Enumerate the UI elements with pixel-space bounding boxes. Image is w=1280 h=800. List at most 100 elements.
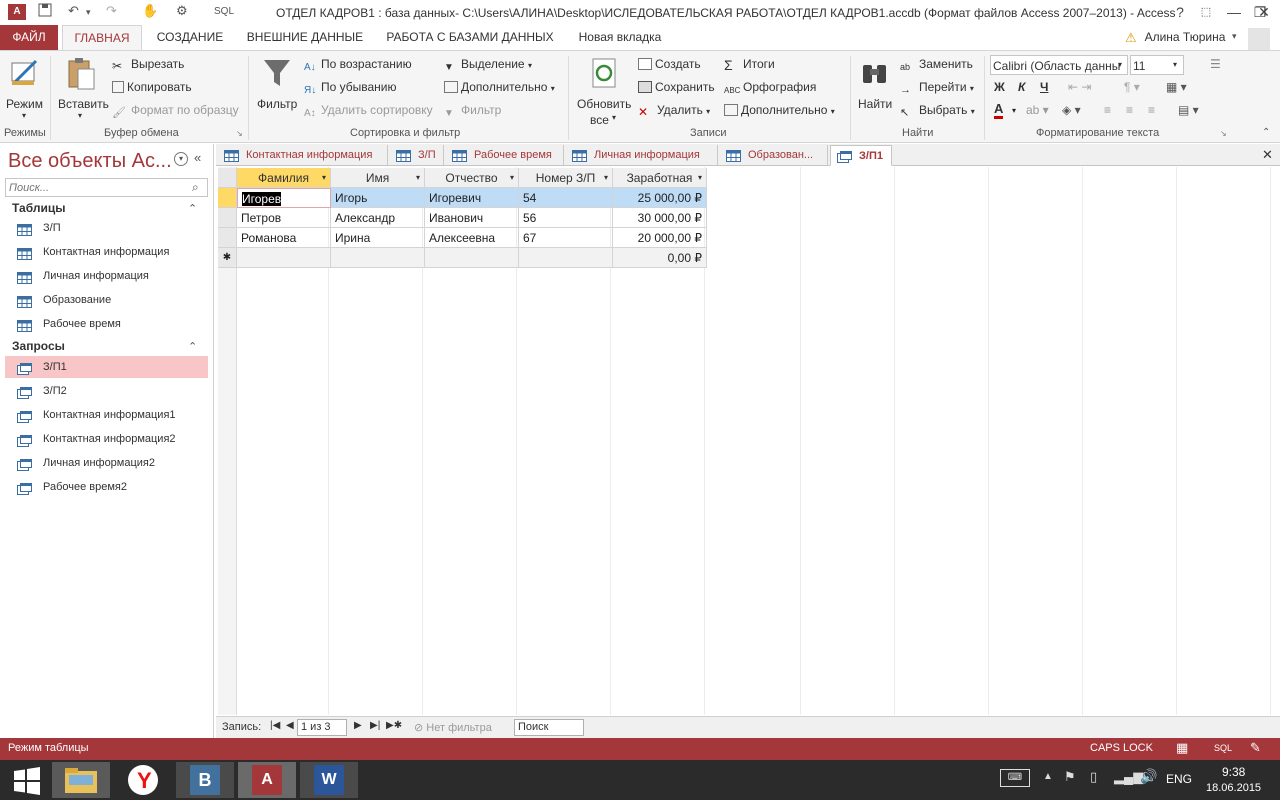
touch-keyboard-icon[interactable]: ⌨: [1000, 769, 1030, 787]
row-selector[interactable]: [218, 188, 237, 208]
table-cell-active[interactable]: Игорев: [237, 188, 331, 208]
vk-taskbar-button[interactable]: B: [176, 762, 234, 798]
tab-external-data[interactable]: ВНЕШНИЕ ДАННЫЕ: [240, 25, 370, 50]
new-record-button[interactable]: Создать: [638, 57, 701, 71]
queries-section-header[interactable]: Запросы: [12, 339, 65, 353]
nav-query-item[interactable]: Рабочее время2: [5, 476, 208, 498]
sort-descending-button[interactable]: Я↓ По убыванию: [304, 80, 397, 97]
select-all-corner[interactable]: [218, 168, 237, 188]
nav-menu-chevron-icon[interactable]: ▾: [174, 152, 188, 166]
undo-icon[interactable]: ↶: [68, 3, 79, 19]
column-dropdown-icon[interactable]: ▾: [416, 168, 420, 187]
textformat-launcher-icon[interactable]: ↘: [1220, 129, 1227, 138]
nav-query-item-selected[interactable]: З/П1: [5, 356, 208, 378]
row-selector[interactable]: [218, 228, 237, 248]
column-header[interactable]: Фамилия ▾: [237, 168, 331, 188]
prev-record-button[interactable]: ◀: [286, 720, 294, 731]
bold-button[interactable]: Ж: [994, 80, 1005, 94]
nav-query-item[interactable]: Контактная информация2: [5, 428, 208, 450]
language-indicator[interactable]: ENG: [1166, 772, 1192, 786]
tables-section-header[interactable]: Таблицы: [12, 201, 65, 215]
underline-button[interactable]: Ч: [1040, 80, 1048, 94]
font-name-select[interactable]: Calibri (Область данны ▾: [990, 55, 1128, 75]
close-button[interactable]: ✕: [1250, 0, 1278, 24]
redo-icon[interactable]: ↷: [106, 3, 117, 19]
font-color-icon[interactable]: A: [994, 102, 1004, 119]
doc-tab-education[interactable]: Образован...: [720, 145, 828, 166]
nav-table-item[interactable]: З/П: [5, 217, 208, 239]
nav-search-input[interactable]: [5, 178, 208, 197]
filter-status[interactable]: ⊘ Нет фильтра: [414, 721, 492, 734]
sort-ascending-button[interactable]: A↓ По возрастанию: [304, 57, 412, 74]
highlight-icon[interactable]: ab ▾: [1026, 103, 1049, 117]
doc-tab-work-time[interactable]: Рабочее время: [446, 145, 564, 166]
gridlines-icon[interactable]: ▦ ▾: [1166, 80, 1187, 94]
user-name[interactable]: Алина Тюрина: [1140, 25, 1230, 50]
help-button[interactable]: ?: [1166, 0, 1194, 24]
table-cell[interactable]: 67: [519, 228, 613, 248]
paragraph-icon[interactable]: ¶ ▾: [1124, 80, 1140, 94]
sql-view-button[interactable]: SQL: [1214, 743, 1232, 753]
table-cell[interactable]: 56: [519, 208, 613, 228]
find-button[interactable]: Найти: [856, 55, 896, 123]
table-cell[interactable]: Игоревич: [425, 188, 519, 208]
align-left-icon[interactable]: ≡: [1104, 103, 1111, 117]
new-row-marker[interactable]: ✱: [218, 248, 237, 268]
column-dropdown-icon[interactable]: ▾: [604, 168, 608, 187]
last-record-button[interactable]: ▶|: [370, 720, 380, 731]
new-row-cell[interactable]: [519, 248, 613, 268]
remove-sort-button[interactable]: A↕ Удалить сортировку: [304, 103, 433, 120]
column-header[interactable]: Номер З/П ▾: [519, 168, 613, 188]
format-painter-button[interactable]: 🖌 Формат по образцу: [112, 103, 239, 119]
refresh-all-button[interactable]: Обновить все ▾: [574, 55, 634, 127]
column-header[interactable]: Отчество ▾: [425, 168, 519, 188]
new-row-cell[interactable]: [331, 248, 425, 268]
column-dropdown-icon[interactable]: ▾: [510, 168, 514, 187]
next-record-button[interactable]: ▶: [354, 720, 362, 731]
tab-file[interactable]: ФАЙЛ: [0, 25, 58, 50]
cut-button[interactable]: ✂ Вырезать: [112, 57, 184, 73]
doc-tab-salary[interactable]: З/П: [390, 145, 444, 166]
customize-icon[interactable]: ⚙: [176, 3, 188, 19]
datasheet-view-button[interactable]: ▦: [1176, 740, 1188, 756]
delete-record-button[interactable]: ✕ Удалить ▾: [638, 103, 710, 119]
design-view-button[interactable]: ✎: [1250, 740, 1261, 756]
action-center-icon[interactable]: ⚑: [1064, 769, 1076, 785]
table-cell[interactable]: Ирина: [331, 228, 425, 248]
align-center-icon[interactable]: ≡: [1126, 103, 1133, 117]
access-taskbar-button[interactable]: A: [238, 762, 296, 798]
nav-query-item[interactable]: З/П2: [5, 380, 208, 402]
network-icon[interactable]: ▂▄▆: [1114, 769, 1143, 785]
font-color-dropdown-icon[interactable]: ▾: [1012, 106, 1016, 115]
touch-mode-icon[interactable]: ✋: [142, 3, 158, 19]
table-cell[interactable]: Александр: [331, 208, 425, 228]
copy-button[interactable]: Копировать: [112, 80, 192, 94]
undo-dropdown-icon[interactable]: ▾: [86, 7, 91, 18]
doc-tab-contact-info[interactable]: Контактная информация: [218, 145, 388, 166]
clock-time[interactable]: 9:38: [1222, 765, 1245, 779]
battery-icon[interactable]: ▯: [1090, 769, 1097, 785]
new-row-cell[interactable]: 0,00 ₽: [613, 248, 707, 268]
table-cell[interactable]: 20 000,00 ₽: [613, 228, 707, 248]
table-cell[interactable]: Петров: [237, 208, 331, 228]
doc-tab-personal-info[interactable]: Личная информация: [566, 145, 718, 166]
word-taskbar-button[interactable]: W: [300, 762, 358, 798]
table-cell[interactable]: 54: [519, 188, 613, 208]
more-records-button[interactable]: Дополнительно ▾: [724, 103, 835, 117]
goto-button[interactable]: → Перейти ▾: [900, 80, 974, 96]
align-right-icon[interactable]: ≡: [1148, 103, 1155, 117]
nav-query-item[interactable]: Личная информация2: [5, 452, 208, 474]
toggle-filter-button[interactable]: ▼ Фильтр: [444, 103, 501, 120]
clock-date[interactable]: 18.06.2015: [1206, 782, 1261, 794]
table-cell[interactable]: Игорь: [331, 188, 425, 208]
volume-icon[interactable]: 🔊: [1140, 768, 1157, 785]
row-selector[interactable]: [218, 208, 237, 228]
save-record-button[interactable]: Сохранить: [638, 80, 715, 94]
alt-row-color-icon[interactable]: ▤ ▾: [1178, 103, 1199, 117]
nav-table-item[interactable]: Образование: [5, 289, 208, 311]
record-position-input[interactable]: 1 из 3: [297, 719, 347, 736]
totals-button[interactable]: Σ Итоги: [724, 57, 775, 73]
italic-button[interactable]: К: [1018, 80, 1025, 94]
search-icon[interactable]: ⌕: [192, 180, 199, 195]
new-record-nav-button[interactable]: ▶✱: [386, 720, 402, 731]
